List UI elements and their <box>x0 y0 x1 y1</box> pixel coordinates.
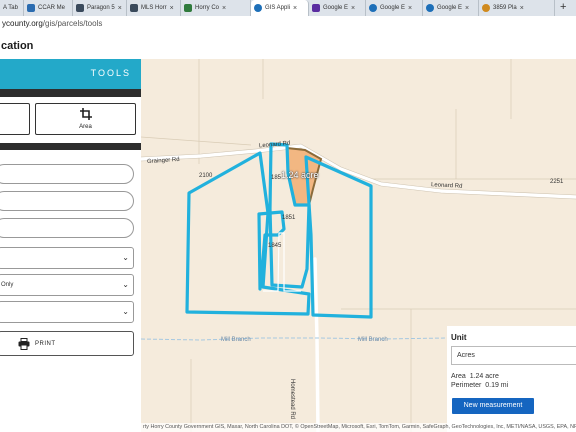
tab-label: Google E <box>437 5 463 11</box>
url-text[interactable]: ycounty.org/gis/parcels/tools <box>2 19 102 28</box>
browser-tab[interactable]: Horry Co × <box>181 0 251 16</box>
tab-label: GIS Appli <box>265 5 291 11</box>
close-icon[interactable]: × <box>520 5 524 12</box>
address-bar[interactable]: ycounty.org/gis/parcels/tools <box>0 16 576 34</box>
unit-select[interactable]: Acres <box>451 346 576 365</box>
tab-label: Google E <box>323 5 349 11</box>
parcel-number: 1851 <box>282 215 296 221</box>
access-path <box>263 232 301 292</box>
mill-branch-creek <box>141 337 448 341</box>
text-input[interactable] <box>0 218 134 238</box>
parcel-number: 1845 <box>268 243 282 249</box>
close-icon[interactable]: × <box>222 5 226 12</box>
homestead-road <box>313 257 320 432</box>
parcel-number: 2100 <box>199 173 213 179</box>
perimeter-label: Perimeter <box>451 382 482 389</box>
close-icon[interactable]: × <box>293 5 297 12</box>
new-measurement-button[interactable]: New measurement <box>452 398 534 414</box>
browser-tab[interactable]: Google E × <box>423 0 479 16</box>
tab-label: Horry Co <box>195 5 220 11</box>
select-dropdown[interactable]: ⌄ <box>0 301 134 323</box>
tab-label: 3859 Pla <box>493 5 517 11</box>
tab-label: MLS Horr <box>141 5 167 11</box>
creek-label: Mill Branch <box>358 337 388 343</box>
printer-icon <box>18 338 30 350</box>
perimeter-readout: Perimeter 0.19 mi <box>451 382 508 389</box>
road-label: Homestead Rd <box>289 379 295 420</box>
new-tab-button[interactable]: + <box>560 1 566 13</box>
area-readout: Area 1.24 acre <box>451 373 499 380</box>
close-icon[interactable]: × <box>465 5 469 12</box>
creek-label: Mill Branch <box>221 337 251 343</box>
road-edges <box>141 143 576 200</box>
url-path: /gis/parcels/tools <box>42 19 103 28</box>
browser-tab[interactable]: Google E × <box>309 0 366 16</box>
page-icon <box>130 4 138 12</box>
app-header: cation <box>0 33 576 60</box>
browser-tab[interactable]: A Tab <box>0 0 24 16</box>
measurement-panel: Unit Acres Area 1.24 acre Perimeter 0.19… <box>447 326 576 432</box>
tab-label: CCAR Me <box>38 5 66 11</box>
tools-header-label: TOOLS <box>90 68 131 78</box>
tools-header: TOOLS <box>0 59 141 89</box>
page-icon <box>184 4 192 12</box>
select-dropdown[interactable]: Only ⌄ <box>0 274 134 296</box>
tab-label: Paragon 5 <box>87 5 115 11</box>
print-label: PRINT <box>35 341 56 347</box>
map-view[interactable]: Grainger Rd Leonard Rd Leonard Rd Homest… <box>141 59 576 432</box>
text-input[interactable] <box>0 191 134 211</box>
section-divider <box>0 89 141 97</box>
parcel-number: 2251 <box>550 179 564 185</box>
section-divider <box>0 143 141 150</box>
area-label: Area <box>451 373 466 380</box>
chevron-down-icon: ⌄ <box>122 307 129 316</box>
parcel-number: 185 <box>271 175 282 181</box>
browser-tab[interactable]: Google E × <box>366 0 423 16</box>
select-dropdown[interactable]: ⌄ <box>0 247 134 269</box>
browser-tab[interactable]: CCAR Me <box>24 0 73 16</box>
tab-label: A Tab <box>3 5 18 11</box>
browser-tab[interactable]: MLS Horr × <box>127 0 181 16</box>
select-value: Only <box>1 282 14 288</box>
tools-sidebar: TOOLS Area ⌄ Only ⌄ ⌄ PRINT <box>0 59 141 432</box>
crop-icon <box>80 108 92 120</box>
close-icon[interactable]: × <box>351 5 355 12</box>
area-tool-button[interactable]: Area <box>35 103 136 135</box>
tab-label: Google E <box>380 5 406 11</box>
page-icon <box>482 4 490 12</box>
perimeter-value: 0.19 mi <box>485 382 509 389</box>
browser-tab[interactable]: Paragon 5 × <box>73 0 127 16</box>
browser-tab[interactable]: 3859 Pla × <box>479 0 555 16</box>
browser-tab-strip: A Tab CCAR Me Paragon 5 × MLS Horr × Hor… <box>0 0 576 16</box>
area-measure-tag: 1.24 acre <box>281 170 319 180</box>
unit-label: Unit <box>451 333 467 342</box>
close-icon[interactable]: × <box>170 5 174 12</box>
browser-tab-active[interactable]: GIS Appli × <box>251 0 309 16</box>
unit-value: Acres <box>457 352 475 359</box>
map-attribution: rty Horry County Government GIS, Maxar, … <box>141 423 576 432</box>
chevron-down-icon: ⌄ <box>122 253 129 262</box>
page-icon <box>76 4 84 12</box>
globe-icon <box>426 4 434 12</box>
url-domain: ycounty.org <box>2 19 43 28</box>
tool-button[interactable] <box>0 103 30 135</box>
page-icon <box>27 4 35 12</box>
globe-icon <box>369 4 377 12</box>
area-tool-label: Area <box>79 124 92 130</box>
close-icon[interactable]: × <box>118 5 122 12</box>
text-input[interactable] <box>0 164 134 184</box>
page-title: cation <box>1 40 34 52</box>
print-button[interactable]: PRINT <box>0 331 134 356</box>
close-icon[interactable]: × <box>408 5 412 12</box>
page-icon <box>312 4 320 12</box>
globe-icon <box>254 4 262 12</box>
area-value: 1.24 acre <box>469 373 499 380</box>
chevron-down-icon: ⌄ <box>122 280 129 289</box>
